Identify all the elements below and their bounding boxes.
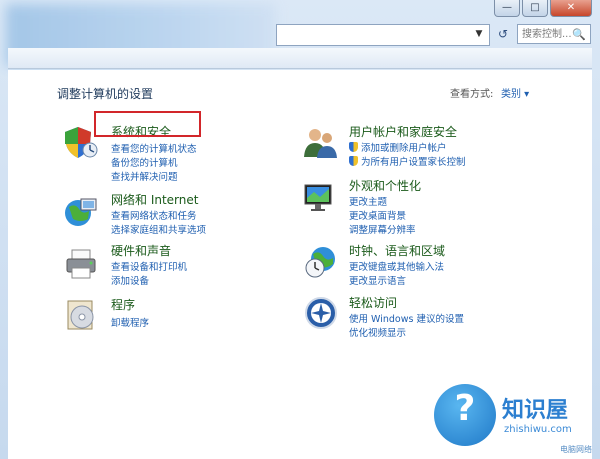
security-shield-icon[interactable]	[62, 124, 98, 160]
page-title: 调整计算机的设置	[57, 87, 154, 101]
toolbar	[8, 48, 592, 69]
category-link[interactable]: 查看设备和打印机	[111, 259, 187, 273]
category-link[interactable]: 更改主题	[349, 194, 387, 208]
category-link[interactable]: 使用 Windows 建议的设置	[349, 311, 464, 325]
address-bar[interactable]	[276, 24, 490, 46]
category-link[interactable]: 添加设备	[111, 273, 149, 287]
watermark-url: zhishiwu.com	[504, 424, 572, 435]
watermark-corner-text: 电脑网络	[560, 445, 592, 454]
link-text: 添加或删除用户帐户	[361, 143, 447, 154]
category-link[interactable]: 更改显示语言	[349, 273, 406, 287]
accessibility-icon[interactable]	[303, 295, 339, 331]
category-link[interactable]: 更改键盘或其他输入法	[349, 259, 444, 273]
category-link[interactable]: 查看您的计算机状态	[111, 141, 197, 155]
minimize-button[interactable]: —	[494, 0, 520, 17]
users-icon[interactable]	[302, 124, 338, 160]
category-link[interactable]: 优化视频显示	[349, 325, 406, 339]
category-title[interactable]: 网络和 Internet	[111, 191, 198, 208]
category-title[interactable]: 硬件和声音	[111, 242, 171, 259]
shield-icon	[349, 142, 358, 152]
search-placeholder: 搜索控制...	[522, 29, 572, 40]
search-icon[interactable]: 🔍	[572, 25, 586, 45]
category-link[interactable]: 卸载程序	[111, 315, 149, 329]
link-text: 为所有用户设置家长控制	[361, 157, 466, 168]
network-globe-icon[interactable]	[63, 193, 99, 229]
clock-globe-icon[interactable]	[303, 244, 339, 280]
close-button[interactable]: ✕	[550, 0, 592, 17]
printer-icon[interactable]	[64, 246, 100, 282]
view-by-dropdown[interactable]: 类别 ▾	[501, 85, 529, 100]
shield-icon	[349, 156, 358, 166]
category-title[interactable]: 程序	[111, 296, 135, 313]
category-link[interactable]: 更改桌面背景	[349, 208, 406, 222]
control-panel-window: — □ ✕ ▼ ↺ 搜索控制... 🔍 调整计算机的设置 查看方式: 类别 ▾ …	[0, 0, 600, 459]
watermark-text: 知识屋	[502, 398, 569, 423]
window-controls: — □ ✕	[494, 0, 592, 17]
category-title[interactable]: 时钟、语言和区域	[349, 242, 445, 259]
view-by-label: 查看方式:	[450, 89, 494, 100]
category-link[interactable]: 查看网络状态和任务	[111, 208, 197, 222]
watermark: ? 知识屋 zhishiwu.com 电脑网络	[418, 376, 600, 459]
category-title[interactable]: 外观和个性化	[349, 177, 421, 194]
refresh-button[interactable]: ↺	[492, 24, 514, 44]
address-dropdown-icon[interactable]: ▼	[471, 24, 487, 44]
category-link[interactable]: 选择家庭组和共享选项	[111, 222, 206, 236]
category-link[interactable]: 备份您的计算机	[111, 155, 178, 169]
highlight-box	[94, 111, 201, 137]
maximize-button[interactable]: □	[522, 0, 548, 17]
category-title[interactable]: 用户帐户和家庭安全	[349, 123, 457, 140]
category-link[interactable]: 添加或删除用户帐户	[349, 140, 447, 154]
category-link[interactable]: 调整屏幕分辨率	[349, 222, 416, 236]
category-title[interactable]: 轻松访问	[349, 294, 397, 311]
watermark-question-mark: ?	[454, 388, 476, 429]
programs-disc-icon[interactable]	[64, 297, 100, 333]
monitor-icon[interactable]	[302, 180, 338, 216]
search-input[interactable]: 搜索控制... 🔍	[517, 24, 591, 44]
category-link[interactable]: 为所有用户设置家长控制	[349, 154, 466, 168]
category-link[interactable]: 查找并解决问题	[111, 169, 178, 183]
